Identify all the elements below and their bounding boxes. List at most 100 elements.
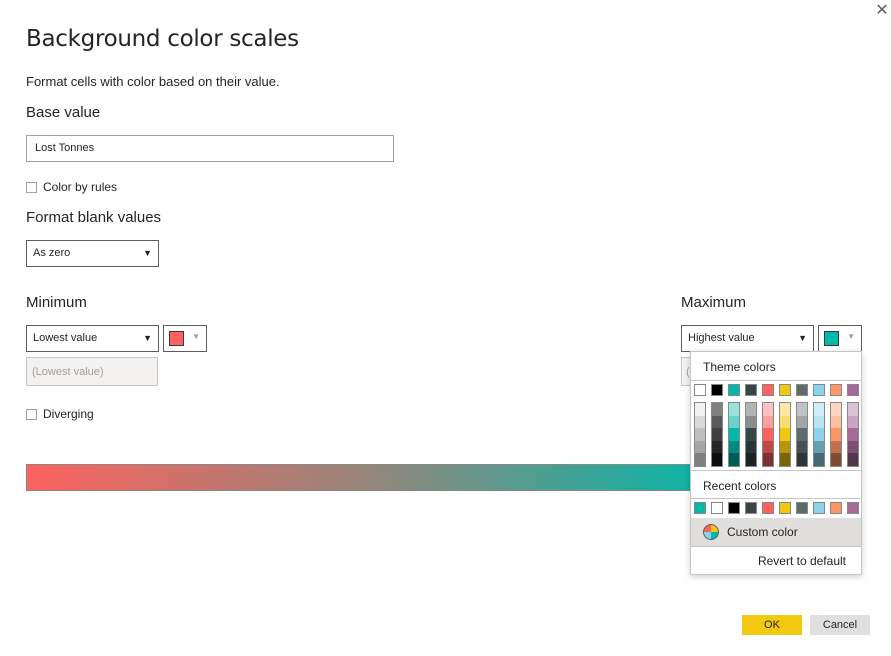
tint-swatch[interactable] [780,403,790,416]
tint-swatch[interactable] [848,440,858,454]
recent-color-swatch[interactable] [762,502,774,514]
color-by-rules-checkbox[interactable] [26,181,37,193]
color-by-rules-row[interactable]: Color by rules [26,180,117,194]
tint-swatch[interactable] [746,440,756,454]
divider [691,470,861,471]
tint-swatch[interactable] [712,403,722,416]
close-icon[interactable]: ✕ [874,3,890,19]
recent-color-swatch[interactable] [779,502,791,514]
cancel-button[interactable]: Cancel [810,615,870,635]
tint-swatch[interactable] [712,428,722,441]
recent-color-swatch[interactable] [745,502,757,514]
tint-swatch[interactable] [848,403,858,416]
tint-swatch[interactable] [746,428,756,441]
theme-color-swatch[interactable] [745,384,757,396]
tint-swatch[interactable] [797,415,807,429]
tint-swatch[interactable] [695,428,705,441]
tint-swatch[interactable] [814,453,824,466]
tint-swatch[interactable] [814,440,824,454]
tint-swatch[interactable] [695,440,705,454]
dialog-title: Background color scales [26,26,299,52]
tint-swatch[interactable] [848,453,858,466]
theme-color-swatch[interactable] [779,384,791,396]
recent-color-swatch[interactable] [796,502,808,514]
tint-swatch[interactable] [746,415,756,429]
tint-swatch[interactable] [729,453,739,466]
dropdown-arrow-icon: ▼ [798,333,807,343]
tint-swatch[interactable] [814,415,824,429]
tint-swatch[interactable] [746,403,756,416]
tint-swatch[interactable] [831,403,841,416]
theme-color-swatch[interactable] [796,384,808,396]
diverging-row[interactable]: Diverging [26,407,94,421]
theme-color-swatch[interactable] [694,384,706,396]
tint-swatch[interactable] [814,428,824,441]
color-wheel-icon [703,524,719,540]
tint-column [813,402,825,467]
maximum-selected: Highest value [688,332,755,344]
recent-color-swatch[interactable] [813,502,825,514]
chevron-down-icon: ▼ [192,332,200,341]
minimum-color-swatch [169,331,184,346]
tint-column [830,402,842,467]
dropdown-arrow-icon: ▼ [143,333,152,343]
tint-column [762,402,774,467]
recent-color-swatch[interactable] [830,502,842,514]
tint-swatch[interactable] [729,440,739,454]
tint-swatch[interactable] [831,415,841,429]
divider [691,498,861,499]
base-value-field[interactable]: Lost Tonnes [26,135,394,162]
custom-color-button[interactable]: Custom color [691,518,861,546]
tint-swatch[interactable] [695,415,705,429]
tint-swatch[interactable] [729,415,739,429]
tint-swatch[interactable] [712,453,722,466]
tint-swatch[interactable] [780,453,790,466]
tint-swatch[interactable] [780,428,790,441]
maximum-color-button[interactable]: ▼ [818,325,862,352]
format-blank-select[interactable]: As zero ▼ [26,240,159,267]
tint-swatch[interactable] [848,415,858,429]
diverging-checkbox[interactable] [26,408,37,420]
recent-color-swatch[interactable] [728,502,740,514]
tint-swatch[interactable] [797,428,807,441]
color-scale-preview [26,464,726,491]
ok-button[interactable]: OK [742,615,802,635]
minimum-select[interactable]: Lowest value ▼ [26,325,159,352]
tint-swatch[interactable] [763,440,773,454]
tint-swatch[interactable] [712,415,722,429]
tint-swatch[interactable] [814,403,824,416]
maximum-label: Maximum [681,294,747,311]
tint-swatch[interactable] [763,415,773,429]
recent-color-swatch[interactable] [847,502,859,514]
tint-swatch[interactable] [763,453,773,466]
tint-swatch[interactable] [797,453,807,466]
tint-swatch[interactable] [729,403,739,416]
tint-swatch[interactable] [831,440,841,454]
minimum-value-input[interactable]: (Lowest value) [26,357,158,386]
tint-swatch[interactable] [763,428,773,441]
tint-swatch[interactable] [695,403,705,416]
tint-swatch[interactable] [848,428,858,441]
theme-color-swatch[interactable] [728,384,740,396]
tint-swatch[interactable] [763,403,773,416]
tint-swatch[interactable] [780,415,790,429]
maximum-select[interactable]: Highest value ▼ [681,325,814,352]
theme-color-swatch[interactable] [762,384,774,396]
revert-to-default-button[interactable]: Revert to default [758,554,846,568]
recent-color-swatch[interactable] [694,502,706,514]
tint-swatch[interactable] [797,403,807,416]
recent-color-swatch[interactable] [711,502,723,514]
theme-color-swatch[interactable] [847,384,859,396]
theme-color-swatch[interactable] [711,384,723,396]
minimum-color-button[interactable]: ▼ [163,325,207,352]
tint-swatch[interactable] [746,453,756,466]
tint-swatch[interactable] [780,440,790,454]
tint-swatch[interactable] [831,453,841,466]
tint-swatch[interactable] [712,440,722,454]
tint-swatch[interactable] [831,428,841,441]
tint-swatch[interactable] [695,453,705,466]
tint-swatch[interactable] [729,428,739,441]
tint-swatch[interactable] [797,440,807,454]
theme-color-swatch[interactable] [830,384,842,396]
theme-color-swatch[interactable] [813,384,825,396]
